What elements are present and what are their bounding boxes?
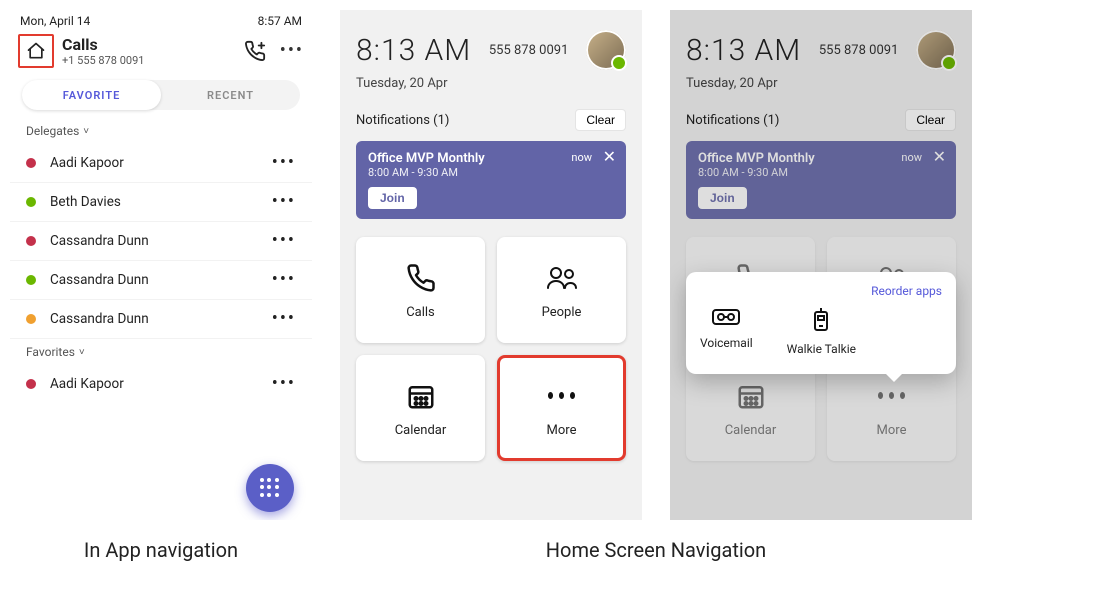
tile-more[interactable]: More xyxy=(497,355,626,461)
home-icon-button[interactable] xyxy=(18,34,54,68)
chevron-down-icon: ˅ xyxy=(79,347,85,358)
section-header-delegates[interactable]: Delegates˅ xyxy=(10,118,312,144)
presence-dot xyxy=(26,236,36,246)
voicemail-icon xyxy=(711,306,741,328)
contact-row[interactable]: Aadi Kapoor••• xyxy=(10,144,312,183)
notification-now-badge: now xyxy=(571,151,592,164)
notification-time: 8:00 AM - 9:30 AM xyxy=(368,166,614,179)
contact-row[interactable]: Cassandra Dunn••• xyxy=(10,300,312,339)
home-date: Tuesday, 20 Apr xyxy=(340,76,642,103)
section-header-favorites[interactable]: Favorites˅ xyxy=(10,339,312,365)
presence-dot xyxy=(26,275,36,285)
contact-row[interactable]: Cassandra Dunn••• xyxy=(10,261,312,300)
row-overflow-icon[interactable]: ••• xyxy=(272,193,296,211)
status-bar: Mon, April 14 8:57 AM xyxy=(10,10,312,30)
walkie-talkie-icon xyxy=(810,306,832,334)
add-call-icon[interactable] xyxy=(244,40,266,62)
row-overflow-icon[interactable]: ••• xyxy=(272,310,296,328)
presence-dot xyxy=(26,314,36,324)
dialpad-icon xyxy=(260,478,280,498)
home-screen: 8:13 AM 555 878 0091 Tuesday, 20 Apr Not… xyxy=(340,10,642,520)
close-icon[interactable]: ✕ xyxy=(933,149,946,165)
more-icon xyxy=(545,379,579,413)
calls-app-screen: Mon, April 14 8:57 AM Calls +1 555 878 0… xyxy=(10,10,312,520)
avatar[interactable] xyxy=(586,30,626,70)
tile-calls[interactable]: Calls xyxy=(356,237,485,343)
presence-dot xyxy=(26,379,36,389)
segmented-tabs: FAVORITE RECENT xyxy=(22,80,300,110)
home-clock: 8:13 AM xyxy=(686,33,801,68)
tab-favorite[interactable]: FAVORITE xyxy=(22,80,161,110)
home-screen-more-open: 8:13 AM 555 878 0091 Tuesday, 20 Apr Not… xyxy=(670,10,972,520)
tile-people[interactable]: People xyxy=(497,237,626,343)
tile-calendar[interactable]: Calendar xyxy=(356,355,485,461)
reorder-apps-link[interactable]: Reorder apps xyxy=(700,284,942,298)
join-button[interactable]: Join xyxy=(698,187,747,209)
close-icon[interactable]: ✕ xyxy=(603,149,616,165)
contact-row[interactable]: Beth Davies••• xyxy=(10,183,312,222)
status-date: Mon, April 14 xyxy=(20,14,90,28)
caption-home-screen: Home Screen Navigation xyxy=(340,538,972,562)
home-date: Tuesday, 20 Apr xyxy=(670,76,972,103)
phone-icon xyxy=(406,263,436,293)
popover-app-walkie-talkie[interactable]: Walkie Talkie xyxy=(787,306,856,356)
more-icon xyxy=(875,379,909,413)
avatar[interactable] xyxy=(916,30,956,70)
status-time: 8:57 AM xyxy=(258,14,302,28)
row-overflow-icon[interactable]: ••• xyxy=(272,271,296,289)
popover-app-voicemail[interactable]: Voicemail xyxy=(700,306,753,356)
presence-dot xyxy=(26,197,36,207)
home-phone-number: 555 878 0091 xyxy=(481,43,576,58)
overflow-menu-icon[interactable]: ••• xyxy=(280,42,304,60)
home-icon xyxy=(26,41,46,61)
row-overflow-icon[interactable]: ••• xyxy=(272,154,296,172)
caption-in-app: In App navigation xyxy=(10,538,312,562)
join-button[interactable]: Join xyxy=(368,187,417,209)
contact-row[interactable]: Cassandra Dunn••• xyxy=(10,222,312,261)
home-clock: 8:13 AM xyxy=(356,33,471,68)
row-overflow-icon[interactable]: ••• xyxy=(272,232,296,250)
tab-recent[interactable]: RECENT xyxy=(161,89,300,102)
clear-notifications-button[interactable]: Clear xyxy=(575,109,626,131)
calendar-icon xyxy=(736,381,766,411)
notification-now-badge: now xyxy=(901,151,922,164)
contact-row[interactable]: Aadi Kapoor••• xyxy=(10,365,312,403)
notifications-header: Notifications (1) xyxy=(686,113,779,128)
notifications-header: Notifications (1) xyxy=(356,113,449,128)
notification-card[interactable]: Office MVP Monthly 8:00 AM - 9:30 AM now… xyxy=(356,141,626,219)
notification-time: 8:00 AM - 9:30 AM xyxy=(698,166,944,179)
chevron-down-icon: ˅ xyxy=(83,126,89,137)
clear-notifications-button[interactable]: Clear xyxy=(905,109,956,131)
notification-card[interactable]: Office MVP Monthly 8:00 AM - 9:30 AM now… xyxy=(686,141,956,219)
calendar-icon xyxy=(406,381,436,411)
page-title: Calls xyxy=(62,35,236,54)
home-phone-number: 555 878 0091 xyxy=(811,43,906,58)
dialpad-fab[interactable] xyxy=(246,464,294,512)
page-subtitle-phone: +1 555 878 0091 xyxy=(62,54,236,67)
more-apps-popover: Reorder apps Voicemail Walkie Talkie xyxy=(686,272,956,374)
presence-dot xyxy=(26,158,36,168)
row-overflow-icon[interactable]: ••• xyxy=(272,375,296,393)
people-icon xyxy=(546,263,578,293)
